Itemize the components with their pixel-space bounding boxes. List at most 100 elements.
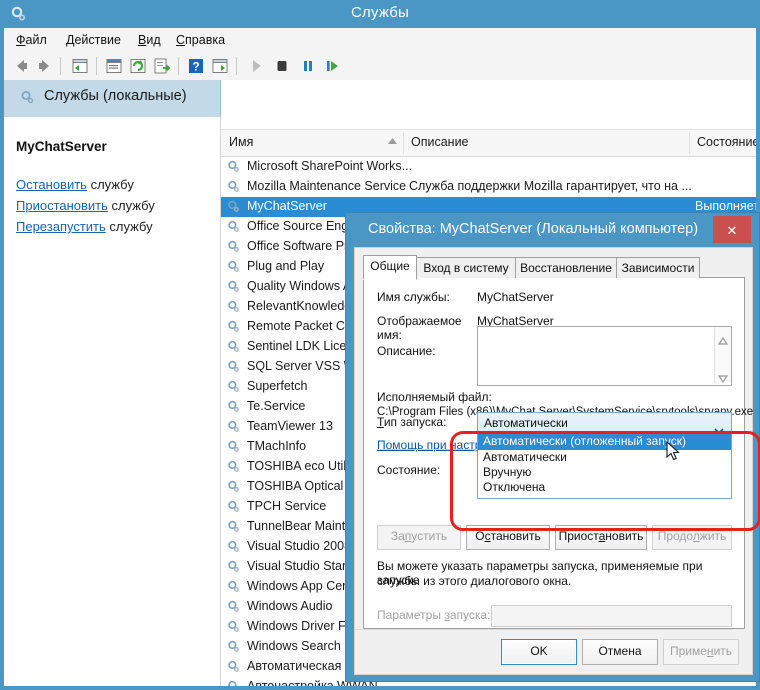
stop-service-link[interactable]: Остановить xyxy=(16,177,87,192)
column-header-state[interactable]: Состояние xyxy=(697,135,756,149)
service-gear-icon xyxy=(227,240,241,254)
show-hide-tree-icon[interactable] xyxy=(70,56,90,76)
export-list-icon[interactable] xyxy=(152,56,172,76)
svg-text:?: ? xyxy=(192,60,199,74)
service-gear-icon xyxy=(227,660,241,674)
start-service-icon xyxy=(246,56,266,76)
pause-service-link[interactable]: Приостановить xyxy=(16,198,108,213)
stop-button[interactable]: Остановить xyxy=(466,525,550,550)
service-gear-icon xyxy=(227,180,241,194)
row-name: MyChatServer xyxy=(247,199,327,213)
dropdown-option-automatic[interactable]: Автоматически xyxy=(478,450,731,466)
menu-view-rest: ид xyxy=(146,33,160,47)
state-label: Состояние: xyxy=(377,463,440,477)
toolbar: ? xyxy=(4,52,756,81)
header-divider-1[interactable] xyxy=(403,132,404,154)
menu-action[interactable]: Действие xyxy=(62,32,125,48)
service-gear-icon xyxy=(227,160,241,174)
header-title: Службы (локальные) xyxy=(44,88,187,104)
display-name-label-line2: имя: xyxy=(377,328,402,342)
close-icon: ✕ xyxy=(719,217,745,244)
menu-help[interactable]: Справка xyxy=(172,32,229,48)
start-button: Запустить xyxy=(377,525,461,550)
row-name: Microsoft SharePoint Works... xyxy=(247,159,412,173)
dialog-tabs: Общие Вход в систему Восстановление Зави… xyxy=(363,255,745,278)
service-gear-icon xyxy=(227,520,241,534)
scroll-up-icon[interactable] xyxy=(718,332,728,340)
dropdown-option-auto-delayed[interactable]: Автоматически (отложенный запуск) xyxy=(478,434,731,450)
restart-service-link[interactable]: Перезапустить xyxy=(16,219,106,234)
dropdown-option-manual-label: Вручную xyxy=(483,465,531,479)
column-header-name[interactable]: Имя xyxy=(229,135,253,149)
close-button[interactable]: ✕ xyxy=(713,216,751,243)
row-name: Windows Search xyxy=(247,639,341,653)
refresh-icon[interactable] xyxy=(128,56,148,76)
stop-service-action[interactable]: Остановить службу xyxy=(16,177,134,192)
service-gear-icon xyxy=(227,400,241,414)
tab-general[interactable]: Общие xyxy=(363,255,417,280)
row-name: TPCH Service xyxy=(247,499,326,513)
menu-view[interactable]: Вид xyxy=(134,32,165,48)
service-properties-dialog: Свойства: MyChatServer (Локальный компью… xyxy=(346,213,759,681)
restart-service-icon[interactable] xyxy=(322,56,342,76)
executable-label: Исполняемый файл: xyxy=(377,390,492,404)
table-row[interactable]: Mozilla Maintenance ServiceСлужба поддер… xyxy=(221,177,756,197)
start-button-accel: За xyxy=(391,529,405,543)
show-hide-action-pane-icon[interactable] xyxy=(210,56,230,76)
help-icon[interactable]: ? xyxy=(186,56,206,76)
scroll-down-icon[interactable] xyxy=(718,370,728,378)
service-name-value: MyChatServer xyxy=(477,290,554,304)
params-label-a: Параметры xyxy=(377,608,444,622)
properties-icon[interactable] xyxy=(104,56,124,76)
resume-button-rest: жить xyxy=(700,529,726,543)
ok-button[interactable]: OK xyxy=(501,639,577,665)
pause-service-icon[interactable] xyxy=(298,56,318,76)
header-left-cap: Службы (локальные) xyxy=(4,80,221,117)
menu-help-rest: правка xyxy=(185,33,225,47)
stop-service-icon[interactable] xyxy=(272,56,292,76)
description-textarea[interactable] xyxy=(477,326,732,386)
action-pane-service-name: MyChatServer xyxy=(16,139,107,154)
chevron-down-icon[interactable] xyxy=(714,421,724,427)
resume-button-accel: Продо xyxy=(658,529,693,543)
tab-logon[interactable]: Вход в систему xyxy=(416,257,516,279)
dropdown-option-manual[interactable]: Вручную xyxy=(478,465,731,481)
header-band: Службы (локальные) xyxy=(4,80,756,117)
display-name-label-line1: Отображаемое xyxy=(377,314,462,328)
restart-service-action[interactable]: Перезапустить службу xyxy=(16,219,153,234)
general-tab-panel: Имя службы: MyChatServer Отображаемое им… xyxy=(363,278,745,629)
stop-button-accel: О xyxy=(475,529,484,543)
table-row[interactable]: Microsoft SharePoint Works... xyxy=(221,157,756,177)
row-name: TMachInfo xyxy=(247,439,306,453)
description-scrollbar[interactable] xyxy=(714,327,731,383)
stop-service-rest: службу xyxy=(87,177,134,192)
resume-button: Продолжить xyxy=(652,525,732,550)
startup-type-dropdown-list[interactable]: Автоматически (отложенный запуск) Автома… xyxy=(477,433,732,499)
service-gear-icon xyxy=(227,320,241,334)
cancel-button[interactable]: Отмена xyxy=(582,639,658,665)
toolbar-separator-4 xyxy=(236,57,237,75)
window-title: Службы xyxy=(0,4,760,21)
dropdown-option-disabled[interactable]: Отключена xyxy=(478,480,731,496)
tab-recovery[interactable]: Восстановление xyxy=(515,257,617,279)
pause-button-rest: новить xyxy=(605,529,643,543)
startup-type-combobox[interactable]: Автоматически xyxy=(477,412,732,435)
menu-file[interactable]: Файл xyxy=(12,32,51,48)
column-header-description[interactable]: Описание xyxy=(411,135,469,149)
pause-service-action[interactable]: Приостановить службу xyxy=(16,198,155,213)
tab-dependencies[interactable]: Зависимости xyxy=(616,257,700,279)
services-local-icon xyxy=(20,90,36,106)
header-divider-2[interactable] xyxy=(689,132,690,154)
service-gear-icon xyxy=(227,200,241,214)
pause-button[interactable]: Приостановить xyxy=(555,525,647,550)
window-titlebar: Службы xyxy=(0,0,760,28)
menu-file-rest: айл xyxy=(26,33,47,47)
back-icon[interactable] xyxy=(12,56,32,76)
pause-button-accel: Приост xyxy=(559,529,599,543)
service-gear-icon xyxy=(227,600,241,614)
service-gear-icon xyxy=(227,220,241,234)
menu-action-rest: ействие xyxy=(74,33,120,47)
startup-params-input[interactable] xyxy=(491,605,732,627)
forward-icon[interactable] xyxy=(34,56,54,76)
service-gear-icon xyxy=(227,300,241,314)
